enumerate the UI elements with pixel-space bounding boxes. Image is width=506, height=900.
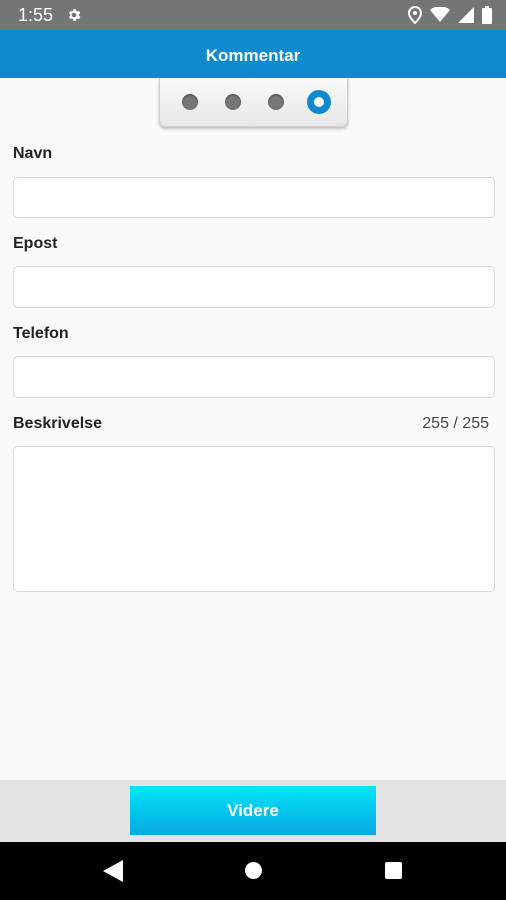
step-dot-4-active <box>307 90 331 114</box>
signal-icon <box>458 7 474 23</box>
status-time: 1:55 <box>18 5 54 25</box>
phone-field[interactable] <box>13 356 495 398</box>
name-label: Navn <box>13 145 53 162</box>
step-dot-1 <box>182 94 198 110</box>
step-dot-2 <box>225 94 241 110</box>
app-bar: Kommentar <box>0 30 506 78</box>
description-textarea[interactable] <box>13 446 495 592</box>
email-field[interactable] <box>13 266 495 308</box>
name-field[interactable] <box>13 177 495 218</box>
step-dot-3 <box>268 94 284 110</box>
status-bar: 1:55 <box>0 0 506 30</box>
description-label: Beskrivelse <box>13 415 102 432</box>
next-button[interactable]: Videre <box>130 786 376 835</box>
recents-icon[interactable] <box>385 862 402 879</box>
phone-label: Telefon <box>13 325 69 342</box>
wifi-icon <box>430 7 450 22</box>
home-icon[interactable] <box>245 862 262 879</box>
page-title: Kommentar <box>205 46 301 65</box>
email-label: Epost <box>13 235 58 252</box>
gear-icon <box>68 9 81 21</box>
step-indicator <box>159 78 348 127</box>
character-counter: 255 / 255 <box>422 415 489 432</box>
back-icon[interactable] <box>103 860 123 882</box>
location-icon <box>408 6 422 24</box>
battery-icon <box>482 6 492 24</box>
